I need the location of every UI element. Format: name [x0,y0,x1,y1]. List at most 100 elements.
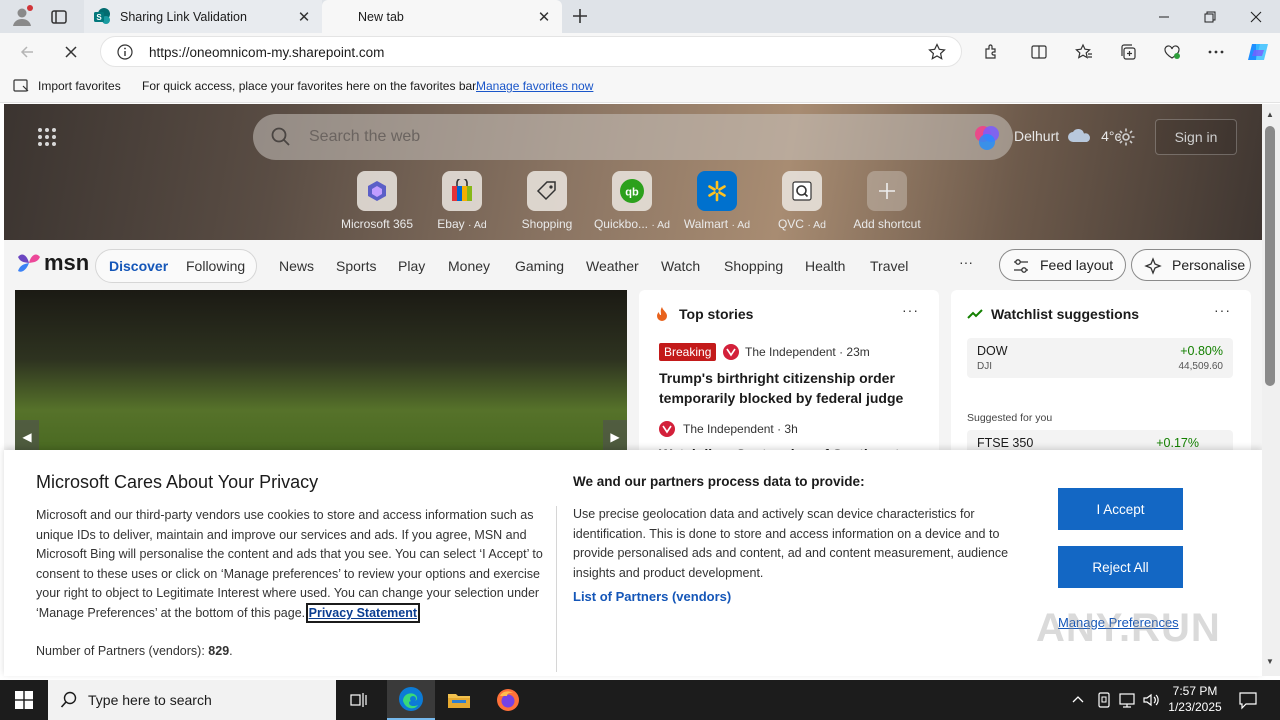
divider [556,506,557,672]
privacy-body-text: Microsoft and our third-party vendors us… [36,508,543,620]
nav-watch[interactable]: Watch [661,258,700,274]
task-view-icon[interactable] [336,680,384,720]
discover-tab[interactable]: Discover [109,258,168,274]
url-text[interactable]: https://oneomnicom-my.sharepoint.com [149,45,384,60]
scrollbar-thumb[interactable] [1265,126,1275,386]
carousel-next-icon[interactable]: ▶ [603,420,627,454]
watchlist-title: Watchlist suggestions [991,306,1140,322]
personalise-button[interactable]: Personalise [1131,249,1251,281]
shortcut-microsoft-365[interactable]: Microsoft 365 [335,171,419,231]
notifications-icon[interactable] [1238,690,1258,710]
shortcut-qvc[interactable]: QVC · Ad [760,171,844,231]
nav-more-button[interactable]: ··· [959,254,973,270]
taskbar-search-placeholder: Type here to search [88,692,212,708]
shortcut-add[interactable]: Add shortcut [845,171,929,231]
quickbooks-icon: qb [612,171,652,211]
reject-all-button[interactable]: Reject All [1058,546,1183,588]
file-explorer-icon[interactable] [435,680,483,720]
tab-sharing-link[interactable]: S Sharing Link Validation ✕ [84,0,322,33]
restore-icon[interactable] [1187,0,1233,33]
shortcut-quickbooks[interactable]: qb Quickbo... · Ad [590,171,674,231]
nav-weather[interactable]: Weather [586,258,639,274]
tab-actions-icon[interactable] [50,8,68,26]
msn-logo-text: msn [44,250,90,275]
close-tab-icon[interactable]: ✕ [296,8,312,26]
nav-health[interactable]: Health [805,258,845,274]
accept-button[interactable]: I Accept [1058,488,1183,530]
profile-icon[interactable] [10,4,34,28]
collections-icon[interactable] [1113,37,1143,67]
nav-shopping[interactable]: Shopping [724,258,783,274]
nav-play[interactable]: Play [398,258,425,274]
back-icon[interactable] [12,37,42,67]
windows-start-icon[interactable] [0,680,48,720]
close-tab-icon[interactable]: ✕ [536,8,552,26]
more-options-icon[interactable] [1201,37,1231,67]
import-favorites-icon [13,78,31,94]
stop-loading-icon[interactable] [56,37,86,67]
edge-taskbar-icon[interactable] [387,680,435,720]
top-stories-title: Top stories [679,306,754,322]
new-tab-icon[interactable] [570,6,590,26]
favorite-star-icon[interactable] [928,43,946,61]
taskbar: Type here to search 7:57 PM 1/23/2025 [0,680,1280,720]
web-search-box[interactable]: Search the web [253,114,1013,160]
card-more-icon[interactable]: ··· [1214,302,1231,318]
tab-new-tab[interactable]: New tab ✕ [322,0,562,33]
volume-icon[interactable] [1142,691,1160,709]
nav-travel[interactable]: Travel [870,258,908,274]
favorites-icon[interactable] [1069,37,1099,67]
browser-essentials-icon[interactable] [1157,37,1187,67]
split-screen-icon[interactable] [1024,37,1054,67]
search-placeholder: Search the web [309,128,421,145]
list-of-partners-link[interactable]: List of Partners (vendors) [573,589,731,604]
feed-layout-button[interactable]: Feed layout [999,249,1126,281]
manage-favorites-link[interactable]: Manage favorites now [476,79,593,93]
scroll-up-icon[interactable]: ▲ [1266,110,1274,119]
shortcut-walmart[interactable]: Walmart · Ad [675,171,759,231]
address-bar[interactable]: https://oneomnicom-my.sharepoint.com [100,36,962,67]
sparkle-star-icon [1144,257,1162,275]
scroll-down-icon[interactable]: ▼ [1266,657,1274,666]
close-window-icon[interactable] [1233,0,1279,33]
nav-money[interactable]: Money [448,258,490,274]
site-info-icon[interactable] [117,44,133,60]
weather-widget[interactable]: Delhurt 4°c [1014,128,1122,144]
taskbar-search[interactable]: Type here to search [48,680,336,720]
carousel-prev-icon[interactable]: ◀ [15,420,39,454]
copilot-icon[interactable] [1243,37,1273,67]
nav-gaming[interactable]: Gaming [515,258,564,274]
shortcut-label: QVC [777,217,804,231]
privacy-statement-link[interactable]: Privacy Statement [305,602,421,623]
feed-toggle: Discover Following [95,249,257,283]
shortcut-ebay[interactable]: Ebay · Ad [420,171,504,231]
copilot-search-icon[interactable] [973,124,1001,152]
nav-news[interactable]: News [279,258,314,274]
anyrun-watermark: ANY.RUN [1036,606,1221,650]
apps-launcher-icon[interactable] [37,127,57,147]
svg-text:S: S [96,13,102,22]
import-favorites-button[interactable]: Import favorites [38,79,121,93]
story-headline[interactable]: Trump's birthright citizenship order tem… [659,368,919,408]
msn-logo[interactable]: msn [16,250,89,276]
card-more-icon[interactable]: ··· [902,302,919,318]
device-icon[interactable] [1096,691,1112,709]
firefox-icon[interactable] [484,680,532,720]
shortcut-shopping[interactable]: Shopping [505,171,589,231]
data-processing-body: Use precise geolocation data and activel… [573,507,1009,580]
stock-value: 44,509.60 [1178,361,1224,372]
minimize-icon[interactable] [1141,0,1187,33]
settings-gear-icon[interactable] [1116,127,1136,147]
extensions-icon[interactable] [976,37,1006,67]
nav-sports[interactable]: Sports [336,258,376,274]
stock-row-dow[interactable]: DOW DJI +0.80% 44,509.60 [967,338,1233,378]
network-icon[interactable] [1118,691,1136,709]
show-hidden-icons[interactable] [1071,692,1085,706]
following-tab[interactable]: Following [186,258,245,274]
page-scrollbar[interactable]: ▲ ▼ [1262,104,1280,676]
ebay-icon [442,171,482,211]
plus-icon [867,171,907,211]
ad-tag: · Ad [651,219,671,231]
system-clock[interactable]: 7:57 PM 1/23/2025 [1160,683,1230,715]
sign-in-button[interactable]: Sign in [1155,119,1237,155]
